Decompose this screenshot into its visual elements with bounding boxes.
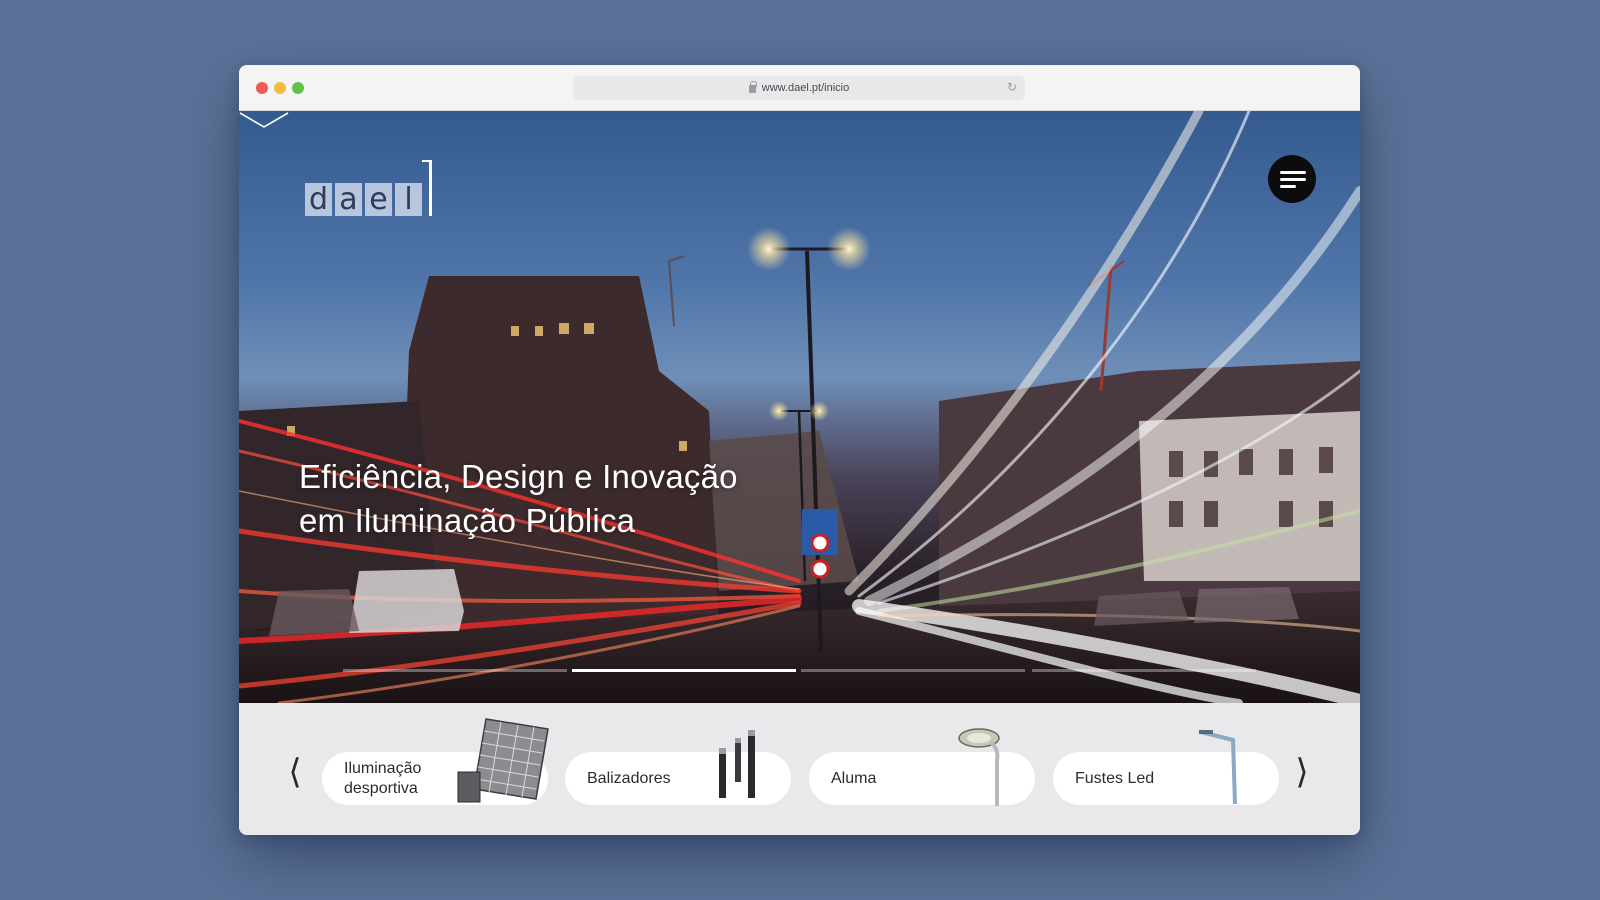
floodlight-icon [457,718,549,803]
slide-indicator-1[interactable] [343,669,567,672]
lamp-post-icon [1199,730,1237,804]
close-window-button[interactable] [256,82,268,94]
dael-logo[interactable]: d a e l [305,156,432,216]
logo-letter-e: e [365,183,392,216]
browser-window: www.dael.pt/inicio ↻ d a e l Eficiência,… [239,65,1360,835]
logo-letter-d: d [305,183,332,216]
hero-banner: d a e l Eficiência, Design e Inovação em… [239,111,1360,703]
hamburger-icon-line [1280,170,1306,174]
crane-right [1099,265,1113,392]
carousel-prev-arrow-icon[interactable]: ⟨ [286,755,304,789]
product-card-aluma[interactable]: Aluma [809,728,1035,806]
lock-icon [748,81,757,93]
product-card-label: Aluma [831,769,877,787]
logo-lamp-stem [422,160,432,216]
browser-titlebar: www.dael.pt/inicio ↻ [239,65,1360,111]
slide-indicator-2[interactable] [572,669,796,672]
maximize-window-button[interactable] [292,82,304,94]
product-card-label: Balizadores [587,769,671,787]
product-card-label: Iluminação desportiva [344,759,422,797]
menu-button[interactable] [1268,155,1316,203]
url-text: www.dael.pt/inicio [761,82,850,94]
product-card-label: Fustes Led [1075,769,1155,787]
product-carousel: ⟨ Iluminação desportiva Balizadores Alum… [239,703,1360,835]
crane-left [668,260,675,327]
parked-van [349,569,464,633]
logo-letter-l: l [395,183,422,216]
reload-icon[interactable]: ↻ [1007,81,1019,93]
slide-indicator-4[interactable] [1032,669,1256,672]
lamp-glow-right [827,227,871,271]
street-lamp-icon [958,728,1000,806]
hero-headline: Eficiência, Design e Inovação em Ilumina… [299,455,799,543]
bollard-icon [719,730,755,798]
headline-line-2: em Iluminação Pública [299,502,636,539]
carousel-next-arrow-icon[interactable]: ⟩ [1293,755,1311,789]
product-card-fustes-led[interactable]: Fustes Led [1053,730,1279,805]
logo-letter-a: a [335,183,362,216]
product-card-iluminacao-desportiva[interactable]: Iluminação desportiva [322,718,549,805]
hamburger-icon-line [1280,177,1306,181]
hamburger-icon-line [1280,184,1296,188]
lamp-glow-left [747,227,791,271]
scroll-down-chevron-icon[interactable] [239,111,289,129]
address-bar[interactable]: www.dael.pt/inicio ↻ [573,76,1025,100]
headline-line-1: Eficiência, Design e Inovação [299,458,738,495]
product-card-balizadores[interactable]: Balizadores [565,730,791,805]
minimize-window-button[interactable] [274,82,286,94]
slide-indicator-3[interactable] [801,669,1025,672]
